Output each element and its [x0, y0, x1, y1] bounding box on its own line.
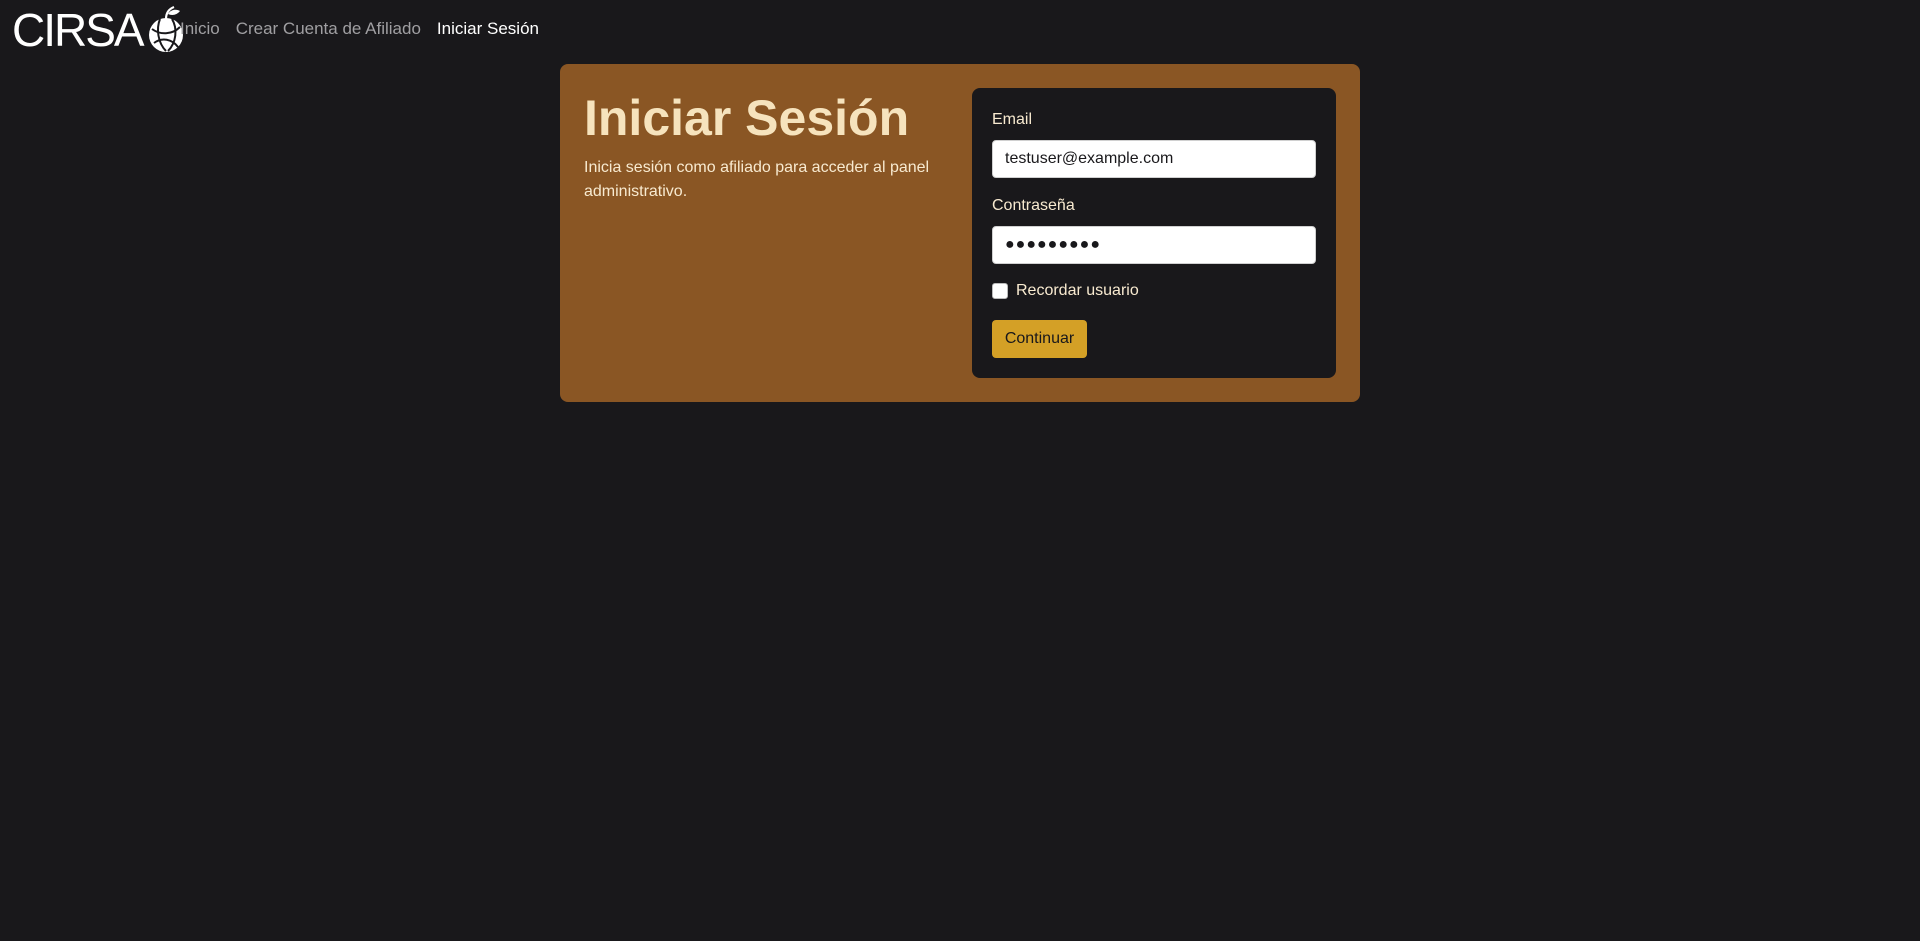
login-card: Iniciar Sesión Inicia sesión como afilia…: [560, 64, 1360, 402]
remember-row: Recordar usuario: [992, 281, 1139, 301]
remember-checkbox[interactable]: [992, 283, 1008, 299]
email-label: Email: [992, 111, 1033, 128]
login-form: Email Contraseña Recordar usuario Contin…: [972, 88, 1336, 378]
email-field[interactable]: [992, 140, 1316, 178]
brand-name: CIRSA: [12, 4, 145, 56]
top-navbar: CIRSA Inicio Crear Cuenta de Afiliado In…: [0, 0, 1920, 60]
nav-link-crear-cuenta[interactable]: Crear Cuenta de Afiliado: [236, 19, 421, 39]
brand-logo[interactable]: CIRSA: [12, 5, 186, 55]
nav-link-iniciar-sesion[interactable]: Iniciar Sesión: [437, 19, 539, 39]
nav-link-inicio[interactable]: Inicio: [180, 19, 220, 39]
intro-section: Iniciar Sesión Inicia sesión como afilia…: [584, 88, 964, 204]
continue-button[interactable]: Continuar: [992, 320, 1087, 358]
nav-links: Inicio Crear Cuenta de Afiliado Iniciar …: [180, 19, 539, 39]
remember-label[interactable]: Recordar usuario: [1016, 281, 1139, 301]
password-label: Contraseña: [992, 197, 1075, 214]
page-title: Iniciar Sesión: [584, 90, 910, 146]
password-field[interactable]: [992, 226, 1316, 264]
page-description: Inicia sesión como afiliado para acceder…: [584, 159, 930, 200]
